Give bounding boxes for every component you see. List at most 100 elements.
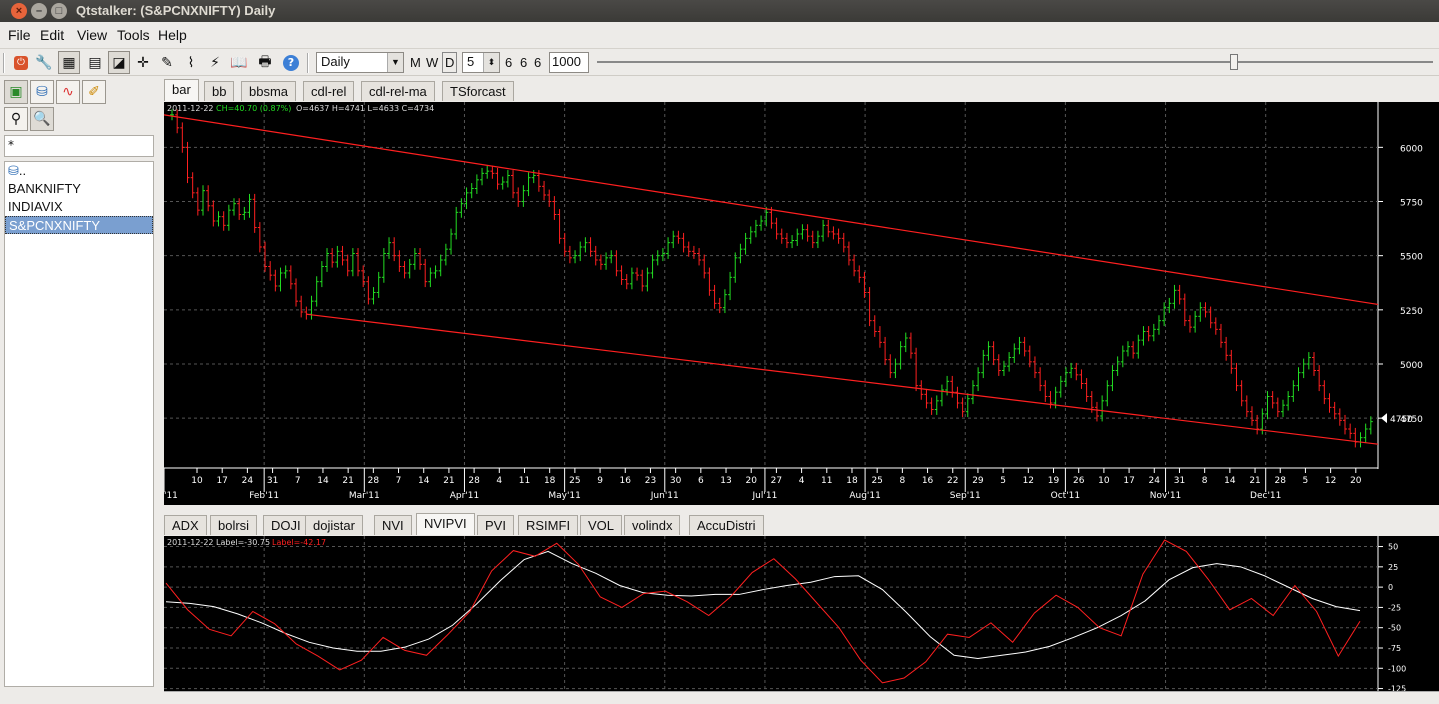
x-tick-label: 6 xyxy=(698,476,704,486)
menu-view[interactable]: View xyxy=(77,27,107,43)
chevron-down-icon: ▼ xyxy=(387,53,403,72)
window-titlebar: × – □ Qtstalker: (S&PCNXNIFTY) Daily xyxy=(0,0,1439,22)
tab-volindx[interactable]: volindx xyxy=(624,515,681,535)
tab-tsforcast[interactable]: TSforcast xyxy=(442,81,514,101)
x-tick-label: 21 xyxy=(342,476,353,486)
bars-count-input[interactable]: 1000 xyxy=(549,52,589,73)
y-tick-label: 5250 xyxy=(1400,307,1423,317)
current-price-marker xyxy=(1381,413,1387,424)
info-date: 2011-12-22 xyxy=(167,104,214,113)
bar-spacing-spinbox[interactable]: 5 ⬍ xyxy=(462,52,500,73)
period-select[interactable]: Daily ▼ xyxy=(316,52,404,73)
indicator-nav-icon[interactable]: ∿ xyxy=(56,80,80,104)
search-icon[interactable]: 🔍 xyxy=(30,107,54,131)
menu-edit[interactable]: Edit xyxy=(40,27,64,43)
info-label-white: Label=-30.75 xyxy=(216,538,270,547)
tab-pvi[interactable]: PVI xyxy=(477,515,514,535)
y-tick-label: 5750 xyxy=(1400,199,1423,209)
x-tick-label: 11 xyxy=(821,476,832,486)
menu-tools[interactable]: Tools xyxy=(117,27,150,43)
x-tick-label: 23 xyxy=(645,476,656,486)
x-tick-label: 10 xyxy=(1098,476,1110,486)
window-close-button[interactable]: × xyxy=(11,3,27,19)
symbol-list[interactable]: ⛁.. BANKNIFTY INDIAVIX S&PCNXNIFTY xyxy=(4,161,154,687)
x-tick-label: 7 xyxy=(396,476,402,486)
weekly-button[interactable]: W xyxy=(426,55,438,70)
tab-rsimfi[interactable]: RSIMFI xyxy=(518,515,579,535)
indicator-icon[interactable]: ⚡ xyxy=(204,51,226,74)
trendline-icon[interactable]: ⌇ xyxy=(180,51,202,74)
tab-doji[interactable]: DOJI xyxy=(263,515,309,535)
list-item-indiavix[interactable]: INDIAVIX xyxy=(5,198,153,216)
indicator-chart[interactable]: 50 25 0 -25 -50 -75 -100 -125 2011-12-22 Label=-3… xyxy=(164,536,1439,694)
tab-nvi[interactable]: NVI xyxy=(374,515,412,535)
pan-slider-handle[interactable] xyxy=(1230,54,1238,70)
tab-cdl-rel[interactable]: cdl-rel xyxy=(303,81,355,101)
scanner-icon[interactable]: ✐ xyxy=(82,80,106,104)
print-icon[interactable]: 🖶 xyxy=(254,51,276,74)
chart-nav-icon[interactable]: ▣ xyxy=(4,80,28,104)
x-tick-label: 9 xyxy=(597,476,603,486)
tab-bar[interactable]: bar xyxy=(164,79,199,101)
tab-vol[interactable]: VOL xyxy=(580,515,623,535)
filter-icon[interactable]: ⚲ xyxy=(4,107,28,131)
window-title: Qtstalker: (S&PCNXNIFTY) Daily xyxy=(76,3,276,18)
tab-nvipvi[interactable]: NVIPVI xyxy=(416,513,475,535)
daily-button[interactable]: D xyxy=(442,52,458,73)
symbol-filter-input[interactable]: * xyxy=(4,135,154,157)
indicator-chart-svg[interactable]: 50250-25-50-75-100-1252011-12-22 Label=-3… xyxy=(164,536,1439,694)
monthly-button[interactable]: M xyxy=(410,55,421,70)
tab-accudistri[interactable]: AccuDistri xyxy=(689,515,764,535)
menu-file[interactable]: File xyxy=(8,27,31,43)
grid-toggle-icon[interactable]: ▦ xyxy=(58,51,80,74)
tab-bbsma[interactable]: bbsma xyxy=(241,81,297,101)
window-maximize-button[interactable]: □ xyxy=(51,3,67,19)
info-change: CH=40.70 (0.87%) xyxy=(216,104,291,113)
x-tick-label: 21 xyxy=(1249,476,1260,486)
series-line-red xyxy=(165,539,1361,684)
scale-toggle-icon[interactable]: ◪ xyxy=(108,51,130,74)
y-tick-label: 0 xyxy=(1388,583,1393,592)
crosshair-icon[interactable]: ✛ xyxy=(132,51,154,74)
price-chart-svg[interactable]: 600057505500525050004750475010 17 24 31 7 14 2… xyxy=(149,102,1439,505)
x-tick-label: 12 xyxy=(1023,476,1034,486)
x-tick-label: 25 xyxy=(569,476,580,486)
price-chart[interactable]: 6000 5750 5500 5250 5000 4750 4750 10 17 24 31 7 14 2… xyxy=(149,102,1439,505)
x-tick-label: 24 xyxy=(242,476,254,486)
tab-bolrsi[interactable]: bolrsi xyxy=(210,515,258,535)
x-tick-label: 4 xyxy=(799,476,805,486)
tab-cdl-rel-ma[interactable]: cdl-rel-ma xyxy=(361,81,435,101)
toolbar-grip xyxy=(3,53,5,73)
pan-slider-track[interactable] xyxy=(597,61,1433,63)
num-c: 6 xyxy=(534,55,542,70)
tab-dojistar[interactable]: dojistar xyxy=(305,515,363,535)
list-item-spcnxnifty[interactable]: S&PCNXNIFTY xyxy=(5,216,153,234)
y-tick-label: -50 xyxy=(1388,624,1401,633)
y-tick-label: -25 xyxy=(1388,603,1401,612)
help-icon[interactable]: ? xyxy=(280,51,302,74)
quit-icon[interactable]: ⏻ xyxy=(10,51,32,74)
series-line-white xyxy=(165,550,1361,660)
table-icon[interactable]: ▤ xyxy=(84,51,106,74)
list-item-parent-folder[interactable]: ⛁.. xyxy=(5,162,153,180)
options-wrench-icon[interactable]: 🔧 xyxy=(33,51,55,74)
x-tick-label: 5 xyxy=(1000,476,1006,486)
x-tick-label: 17 xyxy=(1123,476,1134,486)
x-tick-label: 25 xyxy=(871,476,882,486)
database-icon[interactable]: ⛁ xyxy=(30,80,54,104)
x-tick-label: 29 xyxy=(972,476,984,486)
x-tick-label: 31 xyxy=(267,476,278,486)
x-tick-label: 31 xyxy=(1174,476,1185,486)
x-tick-label: 10 xyxy=(191,476,203,486)
x-tick-label: 14 xyxy=(1224,476,1236,486)
list-item-banknifty[interactable]: BANKNIFTY xyxy=(5,180,153,198)
window-minimize-button[interactable]: – xyxy=(31,3,47,19)
tab-adx[interactable]: ADX xyxy=(164,515,207,535)
spin-arrows-icon: ⬍ xyxy=(483,53,499,72)
draw-pen-icon[interactable]: ✎ xyxy=(156,51,178,74)
tab-bb[interactable]: bb xyxy=(204,81,235,101)
menu-help[interactable]: Help xyxy=(158,27,187,43)
book-icon[interactable]: 📖 xyxy=(228,51,250,74)
x-tick-label: 27 xyxy=(771,476,782,486)
x-tick-label: 18 xyxy=(846,476,858,486)
